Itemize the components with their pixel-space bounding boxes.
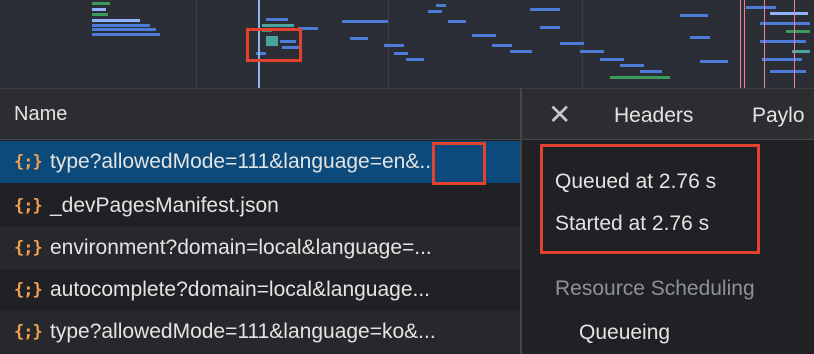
request-row[interactable]: {;} _devPagesManifest.json [0,185,520,227]
overview-gridline [196,0,197,88]
overview-bar [762,58,802,61]
overview-bar [92,33,160,36]
overview-bar [770,70,806,73]
overview-bar [760,40,806,43]
overview-bar [406,58,424,61]
request-row[interactable]: {;} environment?domain=local&language=..… [0,227,520,269]
overview-bar [560,42,584,45]
overview-bar [580,50,604,53]
overview-bar [266,18,288,21]
json-request-icon: {;} [14,238,43,258]
overview-bar [92,8,106,11]
tab-payload[interactable]: Paylo [752,104,805,128]
overview-bar [92,28,156,31]
overview-bar [746,6,776,9]
request-name: environment?domain=local&language=... [50,236,432,259]
overview-bar [436,4,446,7]
tab-headers[interactable]: Headers [614,104,693,128]
overview-bar [92,2,110,5]
overview-bar [530,8,560,11]
request-name: autocomplete?domain=local&language... [50,278,431,301]
overview-bar [92,19,140,22]
resource-scheduling-title: Resource Scheduling [555,277,755,300]
overview-bar [640,70,662,73]
overview-bar [510,50,532,53]
json-request-icon: {;} [14,280,43,300]
json-request-icon: {;} [14,152,43,172]
overview-bar [384,44,404,47]
overview-bar [342,20,388,23]
json-request-icon: {;} [14,196,43,216]
request-row[interactable]: {;} type?allowedMode=111&language=ko&... [0,311,520,353]
request-name: _devPagesManifest.json [50,194,279,217]
overview-bar [262,24,294,27]
overview-bar [620,64,644,67]
language-param-highlight-box [432,142,486,185]
overview-bar [472,34,496,37]
overview-bar [394,52,408,55]
overview-marker-line [740,0,741,88]
overview-bar [600,58,624,61]
name-column-header[interactable]: Name [0,88,520,140]
overview-marker-line [744,0,745,88]
request-row[interactable]: {;} autocomplete?domain=local&language..… [0,269,520,311]
overview-bar [448,20,466,23]
network-overview-timeline[interactable] [0,0,814,88]
overview-marker-line [764,0,765,88]
queueing-label: Queueing [579,321,671,344]
timing-highlight-box [540,144,760,254]
overview-bar [786,30,810,33]
close-icon[interactable]: ✕ [548,98,571,131]
overview-bar [700,60,728,63]
overview-bar [680,14,708,17]
overview-bar [92,24,150,27]
overview-bar [760,22,810,25]
overview-marker-line [794,0,795,88]
overview-bar [690,36,710,39]
overview-bar [770,12,808,15]
overview-bar [428,10,442,13]
json-request-icon: {;} [14,322,43,342]
overview-bar [492,44,512,47]
overview-highlight-box [246,28,302,62]
request-name: type?allowedMode=111&language=ko&... [50,320,436,343]
name-column-label: Name [14,103,68,125]
overview-bar [540,26,560,29]
request-name: type?allowedMode=111&language=en&... [50,150,437,173]
overview-bar [92,13,108,16]
overview-bar [350,37,368,40]
overview-bar [610,76,670,79]
